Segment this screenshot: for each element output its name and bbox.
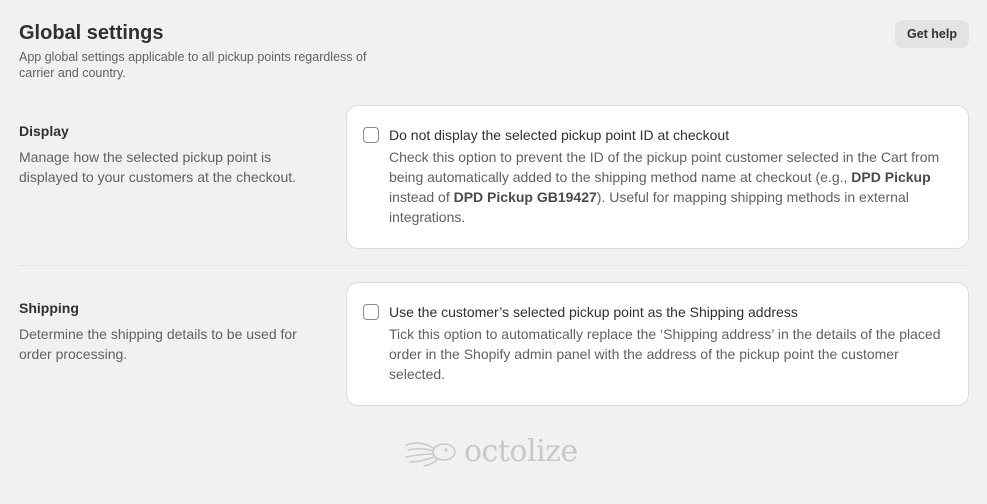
page-header: Global settings App global settings appl… (19, 20, 969, 81)
octolize-logo: octolize (404, 434, 578, 469)
display-section-info: Display Manage how the selected pickup p… (19, 105, 319, 187)
display-settings-card: Do not display the selected pickup point… (346, 105, 969, 249)
shipping-section-title: Shipping (19, 300, 79, 316)
display-section-title: Display (19, 123, 69, 139)
help-text-example: DPD Pickup (851, 169, 931, 185)
hide-pickup-id-checkbox[interactable] (363, 127, 379, 143)
pickup-as-shipping-address-label[interactable]: Use the customer’s selected pickup point… (389, 303, 949, 321)
pickup-as-shipping-address-help-text: Tick this option to automatically replac… (389, 326, 941, 382)
shipping-settings-card: Use the customer’s selected pickup point… (346, 282, 969, 406)
hide-pickup-id-option: Do not display the selected pickup point… (363, 126, 952, 227)
shipping-section-info: Shipping Determine the shipping details … (19, 282, 319, 364)
get-help-button[interactable]: Get help (894, 20, 969, 48)
shipping-section-description: Determine the shipping details to be use… (19, 326, 297, 362)
display-section-description: Manage how the selected pickup point is … (19, 149, 297, 185)
pickup-as-shipping-address-option: Use the customer’s selected pickup point… (363, 303, 952, 384)
page-title: Global settings (19, 22, 164, 44)
help-text-part: instead of (389, 189, 454, 205)
pickup-as-shipping-address-checkbox[interactable] (363, 304, 379, 320)
logo-wordmark: octolize (464, 434, 578, 469)
octopus-icon (405, 441, 456, 467)
section-divider (19, 265, 969, 266)
hide-pickup-id-label[interactable]: Do not display the selected pickup point… (389, 126, 949, 144)
hide-pickup-id-help-text: Check this option to prevent the ID of t… (389, 147, 949, 227)
page-subtitle: App global settings applicable to all pi… (19, 50, 367, 80)
help-text-example: DPD Pickup GB19427 (453, 189, 597, 205)
